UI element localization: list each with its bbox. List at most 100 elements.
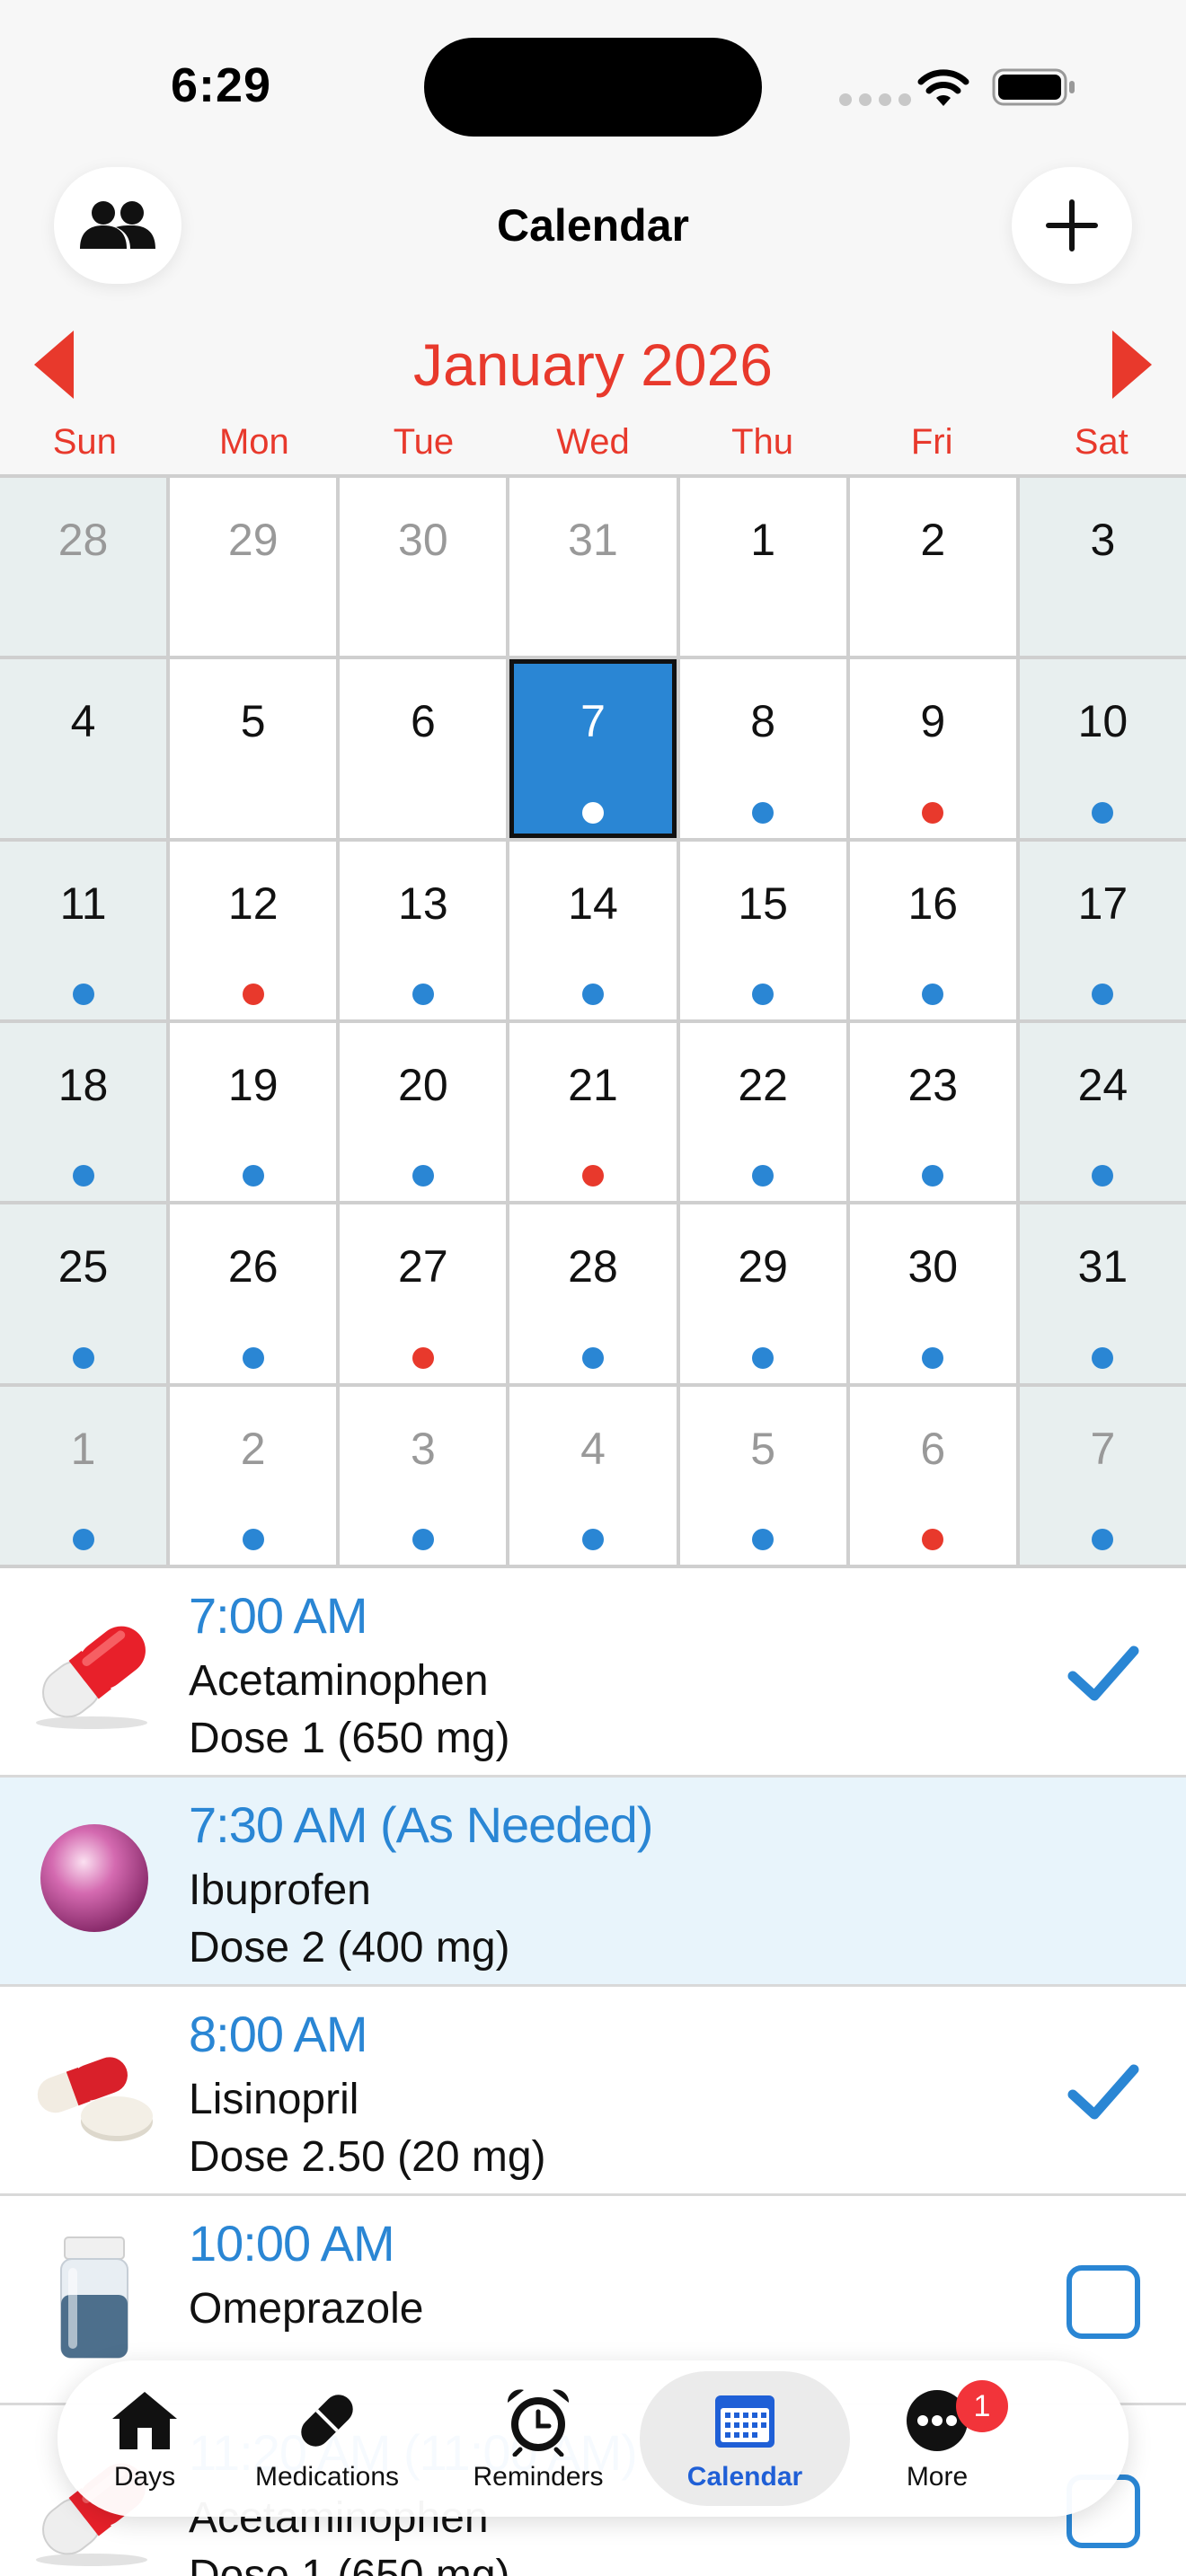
dose-indicator-dot [1092, 1528, 1114, 1550]
capsule-icon [27, 1604, 162, 1739]
next-month-arrow-icon[interactable] [1107, 329, 1155, 401]
calendar-day[interactable]: 30 [340, 478, 507, 657]
day-number: 13 [398, 878, 448, 929]
calendar-day[interactable]: 21 [509, 1022, 677, 1202]
calendar-day[interactable]: 5 [170, 659, 337, 838]
calendar-day[interactable]: 31 [509, 478, 677, 657]
checkmark-icon[interactable] [1060, 2050, 1146, 2136]
calendar-day[interactable]: 1 [0, 1386, 167, 1565]
status-time: 6:29 [171, 58, 272, 112]
dose-indicator-dot [922, 801, 944, 824]
dose-indicator-dot [1092, 1165, 1114, 1187]
dose-row[interactable]: 7:00 AM Acetaminophen Dose 1 (650 mg) [0, 1568, 1186, 1778]
dose-indicator-dot [922, 1165, 944, 1187]
dose-indicator-dot [581, 801, 604, 824]
weekday-label: Sun [52, 422, 117, 462]
day-number: 29 [227, 515, 279, 565]
dose-indicator-dot [1092, 983, 1114, 1005]
calendar-day[interactable]: 2 [170, 1386, 337, 1565]
day-number: 7 [1090, 1423, 1116, 1474]
medication-name: Ibuprofen [189, 1866, 371, 1914]
capsule-tablet-icon [27, 2023, 162, 2157]
calendar-day[interactable]: 9 [849, 659, 1016, 838]
dose-indicator-dot [752, 1528, 774, 1550]
calendar-day[interactable]: 19 [170, 1022, 337, 1202]
calendar-day[interactable]: 11 [0, 841, 167, 1019]
checkmark-icon[interactable] [1060, 1631, 1146, 1717]
tab-reminders[interactable]: Reminders [437, 2371, 640, 2506]
day-number: 8 [750, 696, 776, 747]
calendar-day[interactable]: 7 [1019, 1386, 1186, 1565]
calendar-day[interactable]: 28 [0, 478, 167, 657]
calendar-day[interactable]: 29 [679, 1204, 846, 1383]
calendar-day[interactable]: 4 [0, 659, 167, 838]
dose-amount: Dose 2.50 (20 mg) [189, 2133, 546, 2181]
checkbox-empty-icon[interactable] [1060, 2259, 1146, 2345]
day-number: 4 [70, 696, 96, 747]
calendar-day[interactable]: 27 [340, 1204, 507, 1383]
tab-medications[interactable]: Medications [217, 2371, 437, 2506]
dose-indicator-dot [581, 983, 604, 1005]
tab-days[interactable]: Days [72, 2371, 217, 2506]
calendar-day[interactable]: 2 [849, 478, 1016, 657]
day-number: 14 [568, 878, 618, 929]
calendar-day[interactable]: 1 [679, 478, 846, 657]
weekday-label: Tue [393, 422, 455, 462]
day-number: 11 [59, 878, 107, 929]
calendar-day[interactable]: 24 [1019, 1022, 1186, 1202]
day-number: 15 [738, 878, 788, 929]
dose-indicator-dot [752, 801, 774, 824]
calendar-day[interactable]: 14 [509, 841, 677, 1019]
calendar-day[interactable]: 3 [340, 1386, 507, 1565]
day-number: 31 [1077, 1241, 1128, 1292]
day-number: 5 [240, 696, 266, 747]
calendar-day[interactable]: 16 [849, 841, 1016, 1019]
dose-indicator-dot [922, 983, 944, 1005]
wifi-icon [917, 69, 969, 106]
calendar-day[interactable]: 13 [340, 841, 507, 1019]
calendar-day[interactable]: 8 [679, 659, 846, 838]
tab-more[interactable]: More 1 [850, 2371, 1024, 2506]
calendar-day[interactable]: 22 [679, 1022, 846, 1202]
calendar-day[interactable]: 5 [679, 1386, 846, 1565]
add-button[interactable] [1012, 167, 1132, 284]
calendar-day-selected[interactable]: 7 [509, 659, 677, 838]
calendar-day[interactable]: 29 [170, 478, 337, 657]
calendar-icon [707, 2385, 783, 2457]
day-number: 27 [398, 1241, 448, 1292]
dose-indicator-dot [242, 1346, 264, 1369]
day-number: 4 [580, 1423, 606, 1474]
calendar-day[interactable]: 23 [849, 1022, 1016, 1202]
calendar-day[interactable]: 18 [0, 1022, 167, 1202]
calendar-day[interactable]: 20 [340, 1022, 507, 1202]
dose-indicator-dot [242, 1528, 264, 1550]
calendar-day[interactable]: 31 [1019, 1204, 1186, 1383]
day-number: 30 [907, 1241, 959, 1292]
calendar-day[interactable]: 10 [1019, 659, 1186, 838]
calendar-day[interactable]: 6 [849, 1386, 1016, 1565]
day-number: 28 [58, 515, 109, 565]
dose-row[interactable]: 7:30 AM (As Needed) Ibuprofen Dose 2 (400 … [0, 1778, 1186, 1987]
calendar-day[interactable]: 12 [170, 841, 337, 1019]
calendar-day[interactable]: 25 [0, 1204, 167, 1383]
calendar-day[interactable]: 6 [340, 659, 507, 838]
calendar-day[interactable]: 15 [679, 841, 846, 1019]
dose-indicator-dot [72, 983, 94, 1005]
dose-amount: Dose 1 (650 mg) [189, 1715, 510, 1762]
tab-calendar[interactable]: Calendar [640, 2371, 850, 2506]
calendar-grid: 28 29 30 31 1 2 3 4 5 6 7 8 9 10 11 12 13 14 15 16 17 18 19 20 2… [0, 474, 1186, 1568]
calendar-day[interactable]: 28 [509, 1204, 677, 1383]
day-number: 5 [750, 1423, 776, 1474]
dose-indicator-dot [412, 983, 434, 1005]
calendar-day[interactable]: 30 [849, 1204, 1016, 1383]
day-number: 24 [1077, 1059, 1128, 1110]
dose-row[interactable]: 8:00 AM Lisinopril Dose 2.50 (20 mg) [0, 1987, 1186, 2196]
day-number: 2 [920, 515, 946, 565]
dose-indicator-dot [72, 1528, 94, 1550]
day-number: 1 [70, 1423, 96, 1474]
calendar-day[interactable]: 26 [170, 1204, 337, 1383]
calendar-day[interactable]: 3 [1019, 478, 1186, 657]
calendar-day[interactable]: 4 [509, 1386, 677, 1565]
calendar-day[interactable]: 17 [1019, 841, 1186, 1019]
day-number: 1 [750, 515, 776, 565]
